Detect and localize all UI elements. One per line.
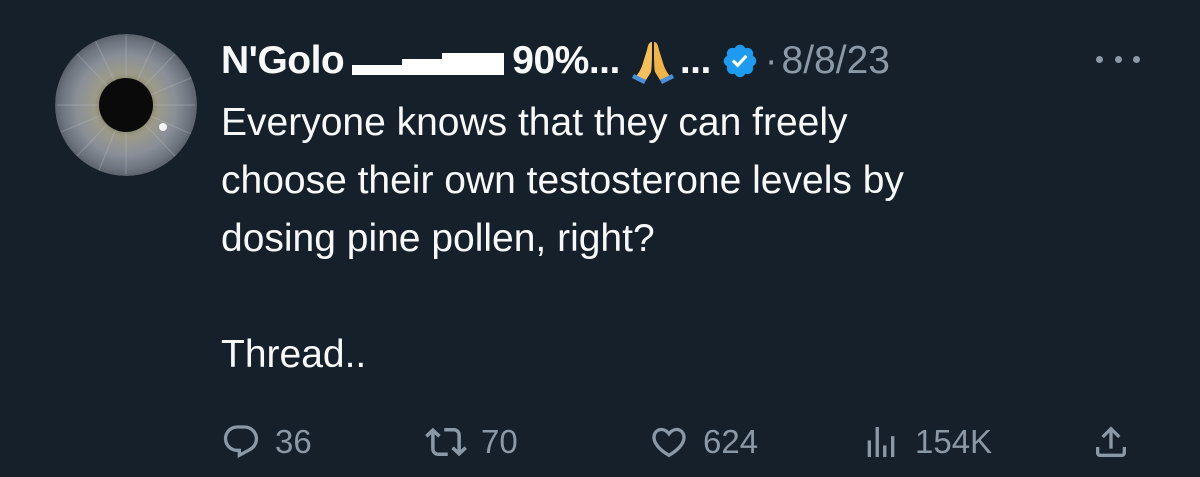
reply-count: 36 — [275, 423, 312, 460]
heart-icon — [652, 427, 686, 458]
more-dot-icon — [1133, 55, 1140, 63]
like-count: 624 — [703, 423, 759, 460]
like-button[interactable]: 624 — [649, 418, 758, 466]
more-dot-icon — [1096, 55, 1103, 63]
display-name[interactable]: N'Golo — [221, 39, 345, 83]
folded-hands-emoji-icon — [630, 38, 676, 84]
retweet-button[interactable]: 70 — [425, 418, 518, 466]
tweet-card[interactable]: N'Golo 90%... ... · 8/8/23 Everyone know… — [0, 0, 1200, 477]
display-name-ellipsis: ... — [679, 39, 712, 82]
reply-button[interactable]: 36 — [221, 418, 312, 466]
tweet-text-line: dosing pine pollen, right? — [221, 217, 655, 260]
header-separator: · — [764, 39, 778, 82]
more-options-button[interactable] — [1096, 46, 1140, 72]
tweet-timestamp[interactable]: 8/8/23 — [782, 39, 890, 83]
tweet-actions-bar: 36 70 624 154K — [221, 418, 1151, 466]
retweet-count: 70 — [481, 423, 518, 460]
tweet-text-line: choose their own testosterone levels by — [221, 159, 904, 202]
tweet-text-line: Thread.. — [221, 333, 367, 376]
views-count: 154K — [915, 423, 993, 460]
more-dot-icon — [1114, 55, 1122, 63]
analytics-icon — [867, 427, 895, 457]
tweet-text: Everyone knows that they can freely choo… — [221, 94, 1151, 384]
redaction-mark — [352, 41, 505, 81]
share-button[interactable] — [1091, 418, 1145, 466]
retweet-icon — [425, 427, 467, 457]
tweet-text-line: Everyone knows that they can freely — [221, 101, 848, 144]
display-name-suffix[interactable]: 90%... — [512, 39, 620, 83]
reply-icon — [223, 425, 259, 459]
views-button[interactable]: 154K — [861, 418, 992, 466]
verified-badge-icon[interactable] — [721, 42, 759, 80]
avatar[interactable] — [55, 34, 197, 176]
share-icon — [1096, 426, 1126, 457]
tweet-header: N'Golo 90%... ... · 8/8/23 — [221, 34, 1151, 88]
